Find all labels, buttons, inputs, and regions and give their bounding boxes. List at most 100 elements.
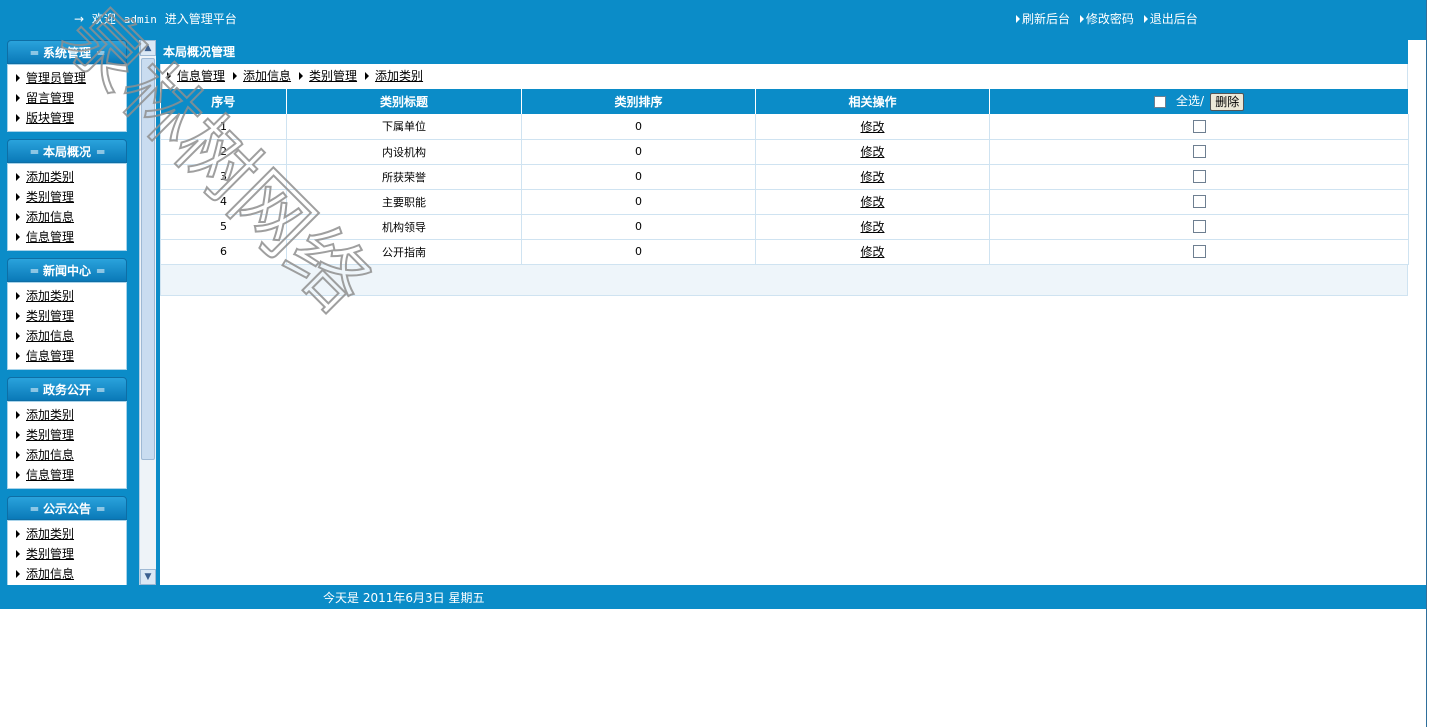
- sidebar-item-label[interactable]: 添加信息: [26, 448, 74, 462]
- sidebar-menu-header[interactable]: ═ 公示公告 ═: [7, 496, 127, 520]
- sidebar-item-label[interactable]: 添加信息: [26, 210, 74, 224]
- triangle-right-icon: [16, 471, 20, 479]
- sidebar-item[interactable]: 管理员管理: [16, 68, 126, 88]
- sidebar-item-label[interactable]: 类别管理: [26, 428, 74, 442]
- col-header-actions: 相关操作: [755, 89, 990, 114]
- sidebar-item[interactable]: 类别管理: [16, 544, 126, 564]
- top-bar: → 欢迎 admin 进入管理平台 刷新后台 修改密码 退出后台: [0, 0, 1426, 40]
- logout-link[interactable]: 退出后台: [1143, 12, 1204, 26]
- menu-bar-icon: ═: [97, 264, 104, 278]
- row-checkbox[interactable]: [1192, 145, 1206, 159]
- delete-button[interactable]: 删除: [1210, 92, 1245, 111]
- sidebar-item[interactable]: 添加信息: [16, 207, 126, 227]
- sidebar-item[interactable]: 添加信息: [16, 445, 126, 465]
- breadcrumb-item[interactable]: 添加类别: [363, 69, 429, 83]
- sidebar-item-label[interactable]: 添加信息: [26, 329, 74, 343]
- refresh-link-label[interactable]: 刷新后台: [1022, 12, 1070, 26]
- sidebar-menu-header[interactable]: ═ 政务公开 ═: [7, 377, 127, 401]
- breadcrumb-link[interactable]: 信息管理: [177, 69, 225, 83]
- sidebar-item-label[interactable]: 管理员管理: [26, 71, 86, 85]
- sidebar-menu-header[interactable]: ═ 新闻中心 ═: [7, 258, 127, 282]
- sidebar-item-label[interactable]: 类别管理: [26, 547, 74, 561]
- sidebar-scrollbar[interactable]: ▲ ▼: [139, 40, 156, 585]
- triangle-right-icon: [16, 74, 20, 82]
- breadcrumb-item[interactable]: 类别管理: [297, 69, 363, 83]
- breadcrumb-item[interactable]: 信息管理: [165, 69, 231, 83]
- breadcrumb-link[interactable]: 类别管理: [309, 69, 357, 83]
- cell-id: 4: [160, 189, 287, 215]
- cell-order: 0: [521, 139, 756, 165]
- sidebar-item-label[interactable]: 添加类别: [26, 527, 74, 541]
- sidebar-item[interactable]: 信息管理: [16, 227, 126, 247]
- cell-title: 主要职能: [286, 189, 522, 215]
- sidebar-item-label[interactable]: 留言管理: [26, 91, 74, 105]
- sidebar-menu-header[interactable]: ═ 系统管理 ═: [7, 40, 127, 64]
- sidebar-item[interactable]: 信息管理: [16, 346, 126, 366]
- row-checkbox[interactable]: [1192, 195, 1206, 209]
- logout-link-label[interactable]: 退出后台: [1150, 12, 1198, 26]
- edit-link[interactable]: 修改: [860, 145, 884, 159]
- sidebar-menu: ═ 公示公告 ═ 添加类别类别管理添加信息: [7, 496, 127, 585]
- sidebar-item-label[interactable]: 添加类别: [26, 289, 74, 303]
- sidebar-item[interactable]: 添加类别: [16, 286, 126, 306]
- select-all-label: 全选/: [1175, 94, 1205, 109]
- cell-order: 0: [521, 189, 756, 215]
- cell-select: [989, 214, 1409, 240]
- edit-link[interactable]: 修改: [860, 120, 884, 134]
- select-all-checkbox[interactable]: [1153, 95, 1166, 108]
- sidebar-item[interactable]: 添加类别: [16, 405, 126, 425]
- refresh-link[interactable]: 刷新后台: [1016, 12, 1076, 26]
- triangle-right-icon: [16, 213, 20, 221]
- sidebar-item-label[interactable]: 添加信息: [26, 567, 74, 581]
- row-checkbox[interactable]: [1192, 245, 1206, 259]
- sidebar-menu-body: 添加类别类别管理添加信息信息管理: [7, 401, 127, 489]
- row-checkbox[interactable]: [1192, 120, 1206, 133]
- cell-select: [989, 189, 1409, 215]
- edit-link[interactable]: 修改: [860, 195, 884, 209]
- scroll-down-arrow-icon[interactable]: ▼: [140, 569, 156, 585]
- change-password-link[interactable]: 修改密码: [1079, 12, 1140, 26]
- sidebar-menu-title: 新闻中心: [42, 264, 91, 278]
- sidebar-item-label[interactable]: 信息管理: [26, 230, 74, 244]
- sidebar-item-label[interactable]: 添加类别: [26, 170, 74, 184]
- sidebar-item[interactable]: 版块管理: [16, 108, 126, 128]
- sidebar-item-label[interactable]: 添加类别: [26, 408, 74, 422]
- sidebar-item[interactable]: 添加信息: [16, 326, 126, 346]
- triangle-right-icon: [16, 193, 20, 201]
- sidebar-item[interactable]: 添加信息: [16, 564, 126, 584]
- sidebar-item[interactable]: 类别管理: [16, 187, 126, 207]
- cell-order: 0: [521, 114, 756, 140]
- sidebar-item-label[interactable]: 信息管理: [26, 468, 74, 482]
- sidebar-item[interactable]: 类别管理: [16, 425, 126, 445]
- sidebar-item[interactable]: 添加类别: [16, 167, 126, 187]
- menu-bar-icon: ═: [30, 264, 38, 278]
- cell-select: [989, 164, 1409, 190]
- breadcrumb-item[interactable]: 添加信息: [231, 69, 297, 83]
- col-header-id: 序号: [160, 89, 287, 114]
- edit-link[interactable]: 修改: [860, 170, 884, 184]
- change-password-link-label[interactable]: 修改密码: [1086, 12, 1134, 26]
- edit-link[interactable]: 修改: [860, 220, 884, 234]
- row-checkbox[interactable]: [1192, 220, 1206, 234]
- triangle-right-icon: [365, 72, 370, 80]
- sidebar-item[interactable]: 留言管理: [16, 88, 126, 108]
- sidebar-item-label[interactable]: 信息管理: [26, 349, 74, 363]
- sidebar-item[interactable]: 类别管理: [16, 306, 126, 326]
- breadcrumb-link[interactable]: 添加类别: [375, 69, 423, 83]
- sidebar-item-label[interactable]: 版块管理: [26, 111, 74, 125]
- edit-link[interactable]: 修改: [860, 245, 884, 259]
- row-checkbox[interactable]: [1192, 170, 1206, 184]
- breadcrumb-link[interactable]: 添加信息: [243, 69, 291, 83]
- scrollbar-thumb[interactable]: [141, 58, 155, 460]
- sidebar-item[interactable]: 添加类别: [16, 524, 126, 544]
- admin-app: → 欢迎 admin 进入管理平台 刷新后台 修改密码 退出后台 ═ 系统管理 ═ 管…: [0, 0, 1444, 727]
- main-content: 本局概况管理 信息管理 添加信息 类别管理 添加类别 序号 类别标题 类别排序 相关操…: [160, 40, 1426, 585]
- scroll-up-arrow-icon[interactable]: ▲: [140, 40, 156, 56]
- sidebar-menu-header[interactable]: ═ 本局概况 ═: [7, 139, 127, 163]
- triangle-right-icon: [16, 94, 20, 102]
- sidebar-item[interactable]: 信息管理: [16, 465, 126, 485]
- sidebar-item-label[interactable]: 类别管理: [26, 190, 74, 204]
- weekday-value: 星期五: [448, 591, 485, 605]
- sidebar-menu: ═ 本局概况 ═ 添加类别类别管理添加信息信息管理: [7, 139, 127, 251]
- sidebar-item-label[interactable]: 类别管理: [26, 309, 74, 323]
